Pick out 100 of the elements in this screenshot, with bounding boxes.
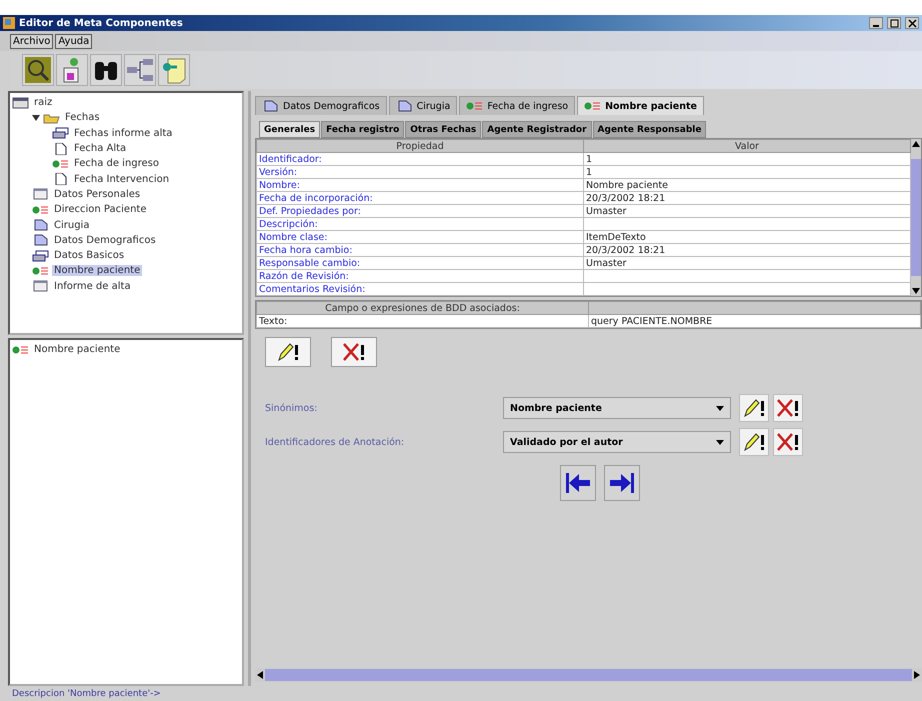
tree-item[interactable]: Datos Basicos <box>52 250 126 262</box>
close-button[interactable] <box>905 17 919 29</box>
status-text: Descripcion 'Nombre paciente'-> <box>11 688 162 700</box>
table-cell: Comentarios Revisión: <box>256 282 584 296</box>
tab[interactable]: Datos Demograficos <box>255 96 387 115</box>
left-arrow-icon[interactable] <box>255 670 265 680</box>
last-button[interactable] <box>604 465 640 501</box>
delete-button[interactable] <box>773 394 803 422</box>
table-cell: 20/3/2002 18:21 <box>584 244 910 256</box>
tag-icon <box>466 100 484 112</box>
note-icon <box>160 56 188 84</box>
folder-icon <box>32 219 49 232</box>
tag-icon <box>32 264 49 277</box>
tag-icon <box>12 344 29 356</box>
expander-icon[interactable] <box>32 112 40 123</box>
edit-button[interactable] <box>739 394 769 422</box>
table-icon <box>32 280 49 292</box>
table-cell: query PACIENTE.NOMBRE <box>588 314 920 328</box>
up-arrow-icon[interactable] <box>911 139 921 149</box>
table-cell: Razón de Revisión: <box>256 270 584 282</box>
pencil-icon <box>742 432 766 452</box>
tab[interactable]: Otras Fechas <box>405 121 482 138</box>
field-label: Identificadores de Anotación: <box>265 436 406 448</box>
table-cell: Nombre paciente <box>584 178 910 192</box>
table-cell: ItemDeTexto <box>584 230 910 244</box>
table-cell: Fecha de incorporación: <box>256 192 584 204</box>
tree-item[interactable]: Direccion Paciente <box>52 204 148 216</box>
tree-item[interactable]: Fecha de ingreso <box>72 158 162 170</box>
tab[interactable]: Nombre paciente <box>577 96 704 115</box>
tree-item[interactable]: Informe de alta <box>52 280 133 292</box>
table-cell: Responsable cambio: <box>256 256 584 270</box>
tag-icon <box>584 100 602 112</box>
delete-button[interactable] <box>331 337 377 367</box>
first-button[interactable] <box>560 465 596 501</box>
search-icon <box>24 56 52 84</box>
folder-icon <box>32 234 49 246</box>
column-header: Campo o expresiones de BDD asociados: <box>256 302 588 314</box>
right-arrow-icon[interactable] <box>912 670 922 680</box>
toolbar-button[interactable] <box>90 54 122 86</box>
tab[interactable]: Fecha registro <box>321 121 404 138</box>
scrollbar[interactable] <box>911 139 921 296</box>
tree-item[interactable]: raiz <box>32 97 54 108</box>
tree-item[interactable]: Datos Demograficos <box>52 234 158 246</box>
tree-item[interactable]: Fecha Alta <box>72 143 128 154</box>
table-cell: Fecha hora cambio: <box>256 244 584 256</box>
tab[interactable]: Agente Responsable <box>592 121 706 138</box>
dropdown[interactable]: Validado por el autor <box>503 431 731 453</box>
network-icon <box>126 56 154 84</box>
folder-icon <box>396 100 413 112</box>
tag-icon <box>32 204 49 216</box>
edit-button[interactable] <box>739 428 769 456</box>
delete-icon <box>776 432 800 452</box>
column-header: Propiedad <box>256 140 584 152</box>
tag-icon <box>52 158 69 170</box>
tree-item[interactable]: Fecha Intervencion <box>72 174 172 185</box>
field-label: Sinónimos: <box>265 402 318 414</box>
tree-item[interactable]: Cirugia <box>52 220 92 231</box>
pencil-icon <box>742 398 766 418</box>
stack-icon <box>52 127 69 140</box>
scrollbar[interactable] <box>255 668 922 682</box>
tab[interactable]: Fecha de ingreso <box>459 96 576 115</box>
table-cell: 1 <box>584 166 910 178</box>
down-arrow-icon[interactable] <box>911 286 921 296</box>
toolbar-button[interactable] <box>124 54 156 86</box>
minimize-button[interactable] <box>869 17 883 29</box>
app-icon <box>3 17 15 29</box>
table-cell: Versión: <box>256 166 584 178</box>
stack-icon <box>32 250 49 262</box>
window-title: Editor de Meta Componentes <box>19 18 184 28</box>
delete-icon <box>776 398 800 418</box>
delete-button[interactable] <box>773 428 803 456</box>
tab[interactable]: Generales <box>259 121 320 138</box>
table-cell: Nombre: <box>256 178 584 192</box>
table-cell: Descripción: <box>256 218 584 230</box>
caret-icon <box>716 440 724 444</box>
toolbar-button[interactable] <box>22 54 54 86</box>
list-item[interactable]: Nombre paciente <box>32 344 122 356</box>
table-cell: 1 <box>584 152 910 166</box>
last-arrow-icon <box>609 472 635 494</box>
tree-item[interactable]: Datos Personales <box>52 188 142 200</box>
tree-item[interactable]: Nombre paciente <box>52 265 142 276</box>
table-cell: 20/3/2002 18:21 <box>584 192 910 204</box>
delete-icon <box>342 342 366 362</box>
table-cell: Identificador: <box>256 152 584 166</box>
maximize-button[interactable] <box>887 17 901 29</box>
table-cell: Nombre clase: <box>256 230 584 244</box>
menu-item[interactable]: Archivo <box>10 34 54 48</box>
table-cell: Umaster <box>584 256 910 270</box>
table-icon <box>32 188 49 200</box>
tab[interactable]: Agente Registrador <box>482 121 592 138</box>
table-cell: Umaster <box>584 204 910 218</box>
tree-item[interactable]: Fechas <box>63 112 102 124</box>
dropdown[interactable]: Nombre paciente <box>503 397 731 419</box>
table-cell: Def. Propiedades por: <box>256 204 584 218</box>
edit-button[interactable] <box>265 337 311 367</box>
folder-icon <box>262 100 279 112</box>
tree-item[interactable]: Fechas informe alta <box>72 128 174 139</box>
tab[interactable]: Cirugia <box>388 96 458 115</box>
folder-icon <box>43 112 60 124</box>
menu-item[interactable]: Ayuda <box>55 34 92 48</box>
